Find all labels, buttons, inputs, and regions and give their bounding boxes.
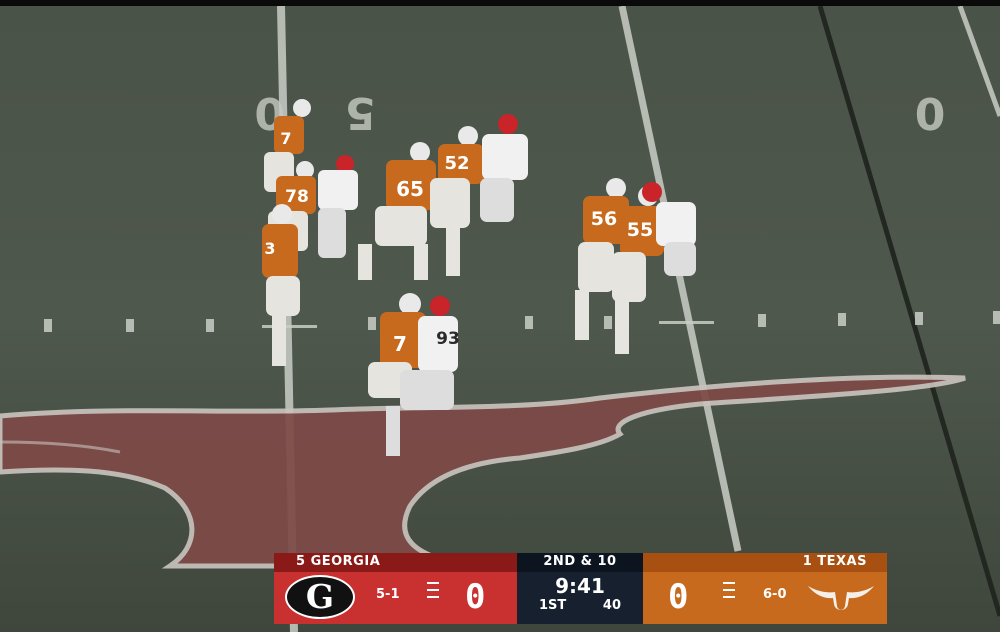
home-header-strip: 1 TEXAS <box>643 553 887 572</box>
home-team-record: 6-0 <box>763 587 787 602</box>
svg-text:55: 55 <box>627 219 653 241</box>
game-clock: 9:41 <box>555 574 605 598</box>
down-and-distance: 2ND & 10 <box>543 554 617 569</box>
yard-number-0: 0 <box>915 87 946 138</box>
svg-text:93: 93 <box>436 329 460 349</box>
away-timeouts-indicator <box>427 582 439 603</box>
scorebug: 5 GEORGIA G 5-1 0 2ND & 10 9:41 1ST 40 1… <box>274 553 887 624</box>
broadcast-frame: 50 0 7 78 65 52 56 55 3 7 93 5 GEORGIA G… <box>0 0 1000 632</box>
svg-text:56: 56 <box>591 208 617 230</box>
home-team-name: 1 TEXAS <box>802 554 867 569</box>
svg-text:7: 7 <box>280 129 291 148</box>
georgia-logo-icon: G <box>285 575 355 619</box>
scorebug-away-team: 5 GEORGIA G 5-1 0 <box>274 553 517 624</box>
scorebug-home-team: 1 TEXAS 0 6-0 <box>643 553 887 624</box>
home-timeouts-indicator <box>723 582 735 603</box>
scorebug-game-info: 2ND & 10 9:41 1ST 40 <box>517 553 643 624</box>
svg-text:52: 52 <box>444 153 469 174</box>
svg-text:78: 78 <box>285 187 309 207</box>
away-team-record: 5-1 <box>376 587 400 602</box>
quarter-indicator: 1ST <box>539 598 567 613</box>
svg-text:7: 7 <box>393 332 407 356</box>
home-team-score: 0 <box>668 577 689 617</box>
svg-text:65: 65 <box>396 177 424 201</box>
svg-text:3: 3 <box>264 239 275 258</box>
down-distance-strip: 2ND & 10 <box>517 553 643 572</box>
away-team-name: 5 GEORGIA <box>296 554 381 569</box>
away-team-score: 0 <box>465 577 486 617</box>
play-clock: 40 <box>602 598 621 613</box>
longhorn-icon <box>808 586 874 610</box>
football-field: 50 0 7 78 65 52 56 55 3 7 93 <box>0 6 1000 632</box>
away-header-strip: 5 GEORGIA <box>274 553 517 572</box>
